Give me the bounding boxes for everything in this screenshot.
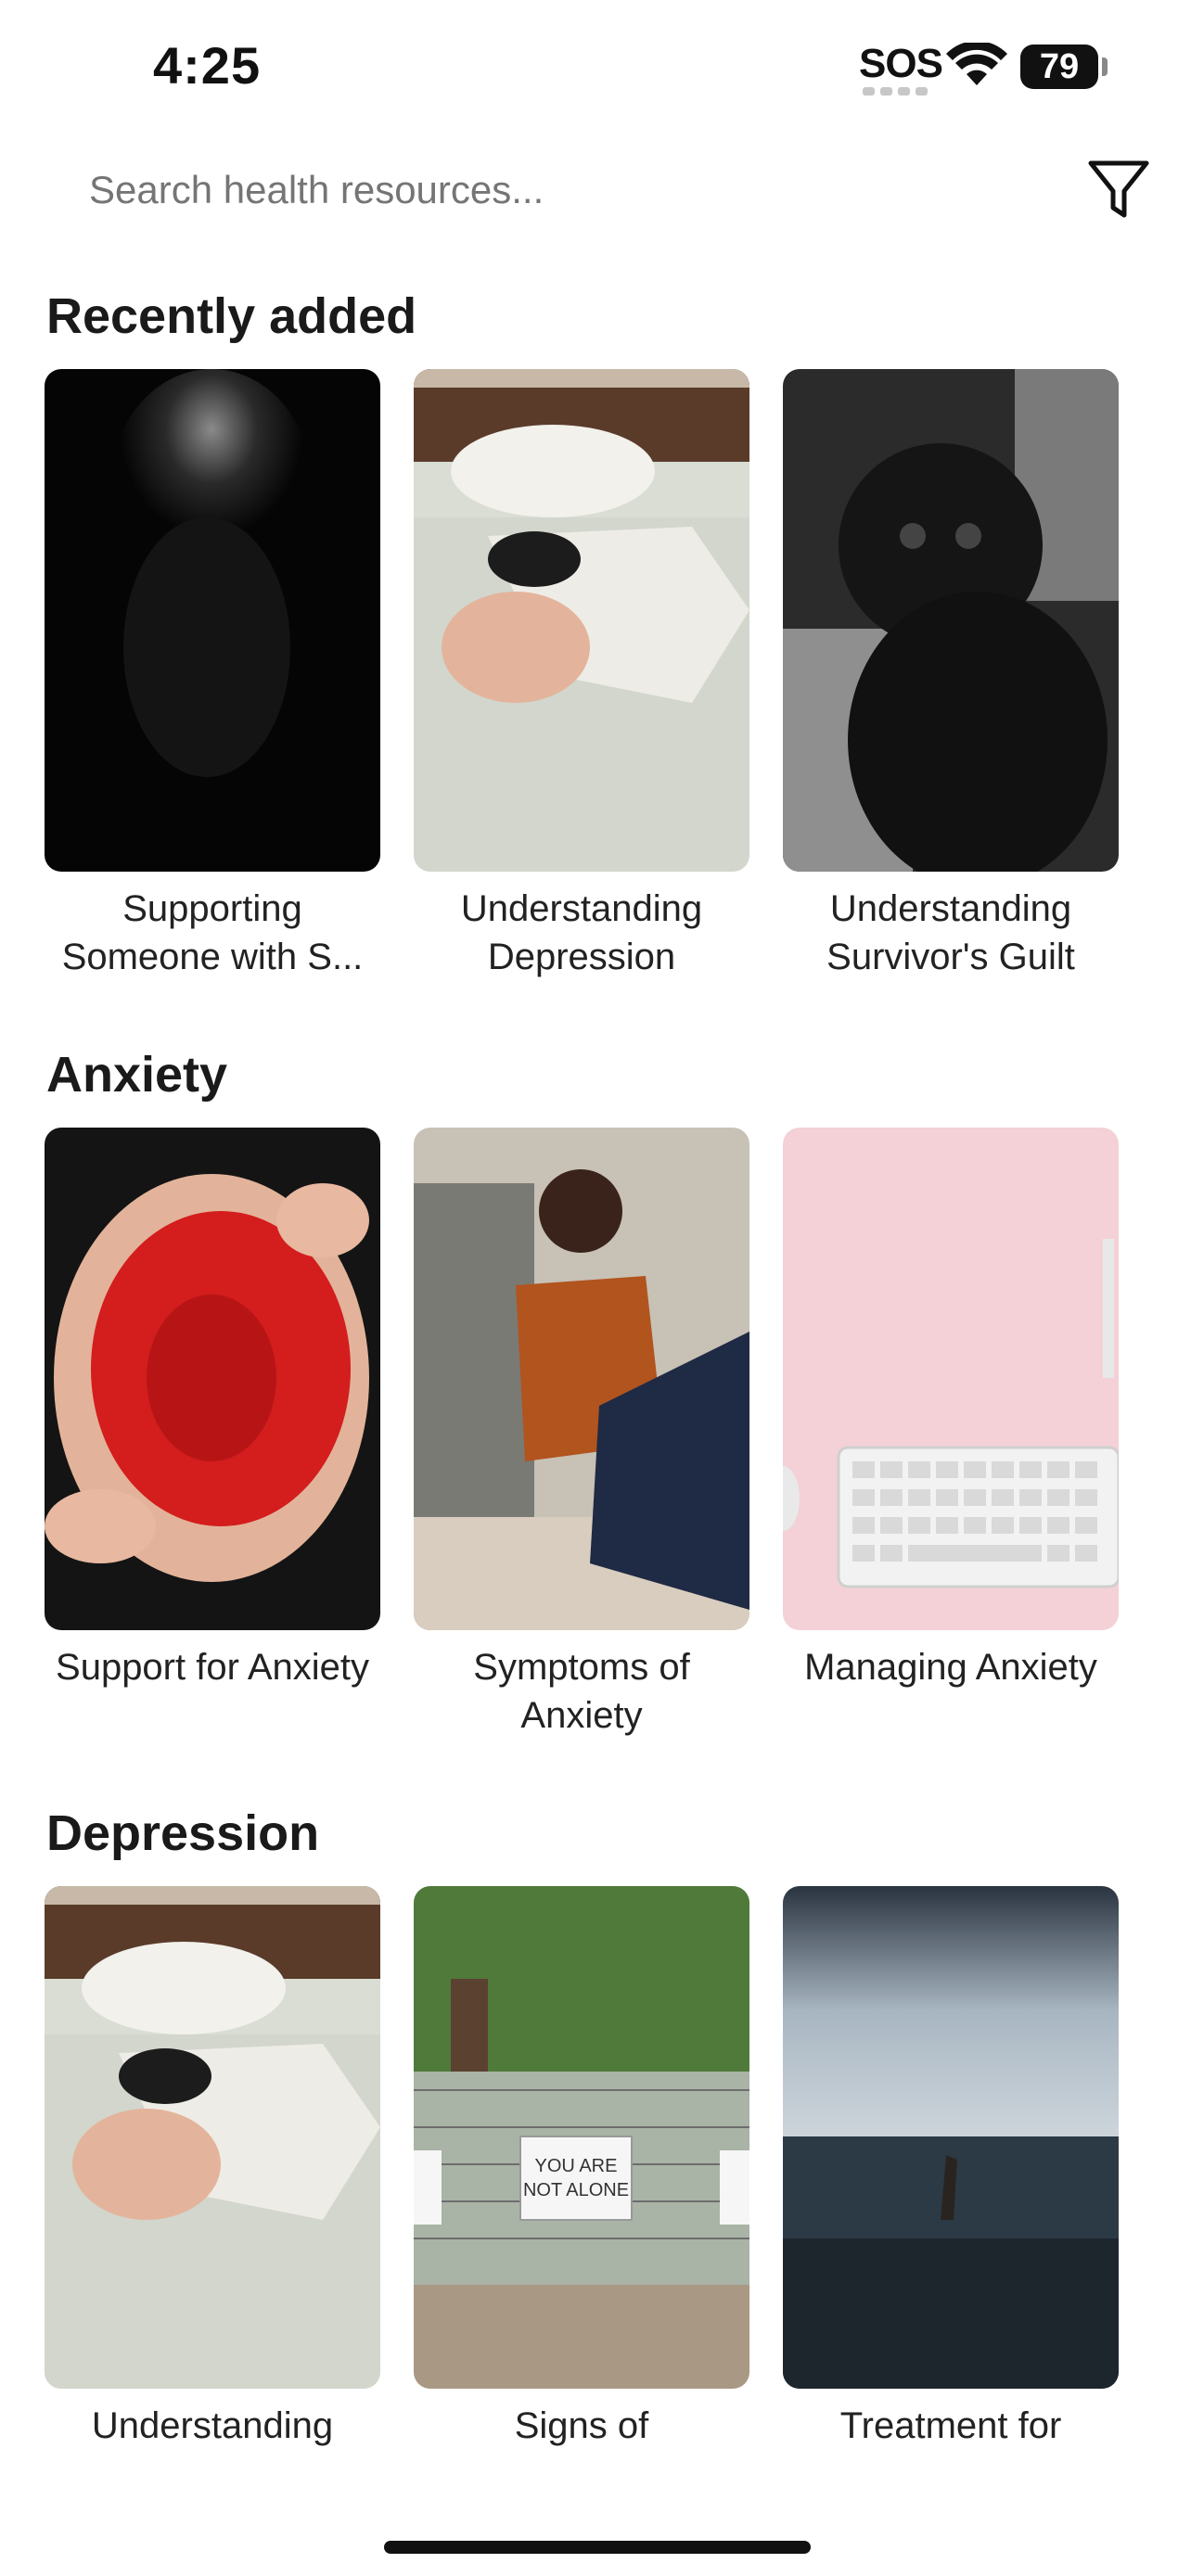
resource-image [783, 1886, 1119, 2389]
resource-caption: Understanding Depression [460, 888, 703, 977]
resource-caption: Managing Anxiety [804, 1647, 1097, 1688]
resource-caption: Signs of [514, 2405, 649, 2446]
wifi-icon [946, 43, 1007, 85]
status-bar: 4:25 SOS 79 [0, 0, 1191, 139]
resource-caption: Treatment for [839, 2405, 1062, 2446]
signal-dots [863, 87, 928, 96]
battery-nub [1102, 57, 1108, 76]
resource-card[interactable]: Understanding [45, 1886, 380, 2450]
resource-card[interactable]: Understanding Survivor's Guilt [783, 369, 1119, 981]
battery-icon: 79 [1020, 45, 1098, 89]
resource-card[interactable]: Treatment for [783, 1886, 1119, 2450]
resource-card[interactable]: Understanding Depression [414, 369, 749, 981]
search-input[interactable] [89, 158, 924, 223]
resource-caption: Understanding Survivor's Guilt [826, 888, 1075, 977]
status-time: 4:25 [153, 36, 262, 95]
filter-icon[interactable] [1085, 156, 1152, 223]
resource-card[interactable]: Managing Anxiety [783, 1128, 1119, 1691]
section-title-anxiety: Anxiety [46, 1047, 228, 1103]
resource-card[interactable]: YOU ARE NOT ALONE Signs of [414, 1886, 749, 2450]
resource-image [414, 1128, 749, 1630]
resource-caption: Symptoms of Anxiety [473, 1647, 690, 1736]
resource-card[interactable]: Symptoms of Anxiety [414, 1128, 749, 1740]
resource-image: YOU ARE NOT ALONE [414, 1886, 749, 2389]
resource-image [45, 1128, 380, 1630]
sos-indicator: SOS [859, 41, 943, 86]
resource-image [783, 1128, 1119, 1630]
resource-image [783, 369, 1119, 872]
home-indicator[interactable] [384, 2541, 811, 2554]
resource-card[interactable]: Support for Anxiety [45, 1128, 380, 1691]
resource-image [414, 369, 749, 872]
resource-caption: Support for Anxiety [56, 1647, 369, 1688]
resource-caption: Supporting Someone with S... [61, 888, 364, 977]
section-title-recently-added: Recently added [46, 288, 417, 344]
svg-text:YOU ARE: YOU ARE [535, 2156, 618, 2176]
resource-caption: Understanding [91, 2405, 334, 2446]
resource-card[interactable]: Supporting Someone with S... [45, 369, 380, 981]
svg-text:NOT ALONE: NOT ALONE [523, 2180, 629, 2200]
section-title-depression: Depression [46, 1805, 320, 1861]
resource-image [45, 369, 380, 872]
resource-image [45, 1886, 380, 2389]
